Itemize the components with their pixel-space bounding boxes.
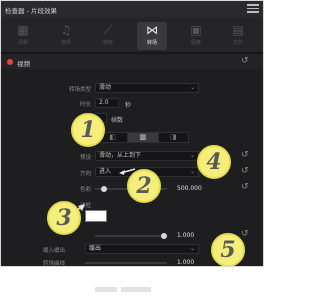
callout-badge-2: 2 <box>127 169 161 203</box>
callout-arrows <box>60 168 136 222</box>
callout-badge-3: 3 <box>47 201 81 235</box>
caption-bar <box>121 287 151 292</box>
caption-bar <box>95 287 117 292</box>
callout-badge-1: 1 <box>71 113 105 147</box>
callout-badge-5: 5 <box>211 233 245 266</box>
callout-badge-4: 4 <box>197 145 231 179</box>
caption-placeholder <box>95 286 175 294</box>
inspector-screenshot: 检查器 - 片段效果 ▦ 视频 ♫ 音频 ⟋ 特效 ⋈ 转场 ▣ 图像 ▤ 文件 <box>0 0 264 267</box>
arrow-2-head-icon <box>119 170 125 175</box>
